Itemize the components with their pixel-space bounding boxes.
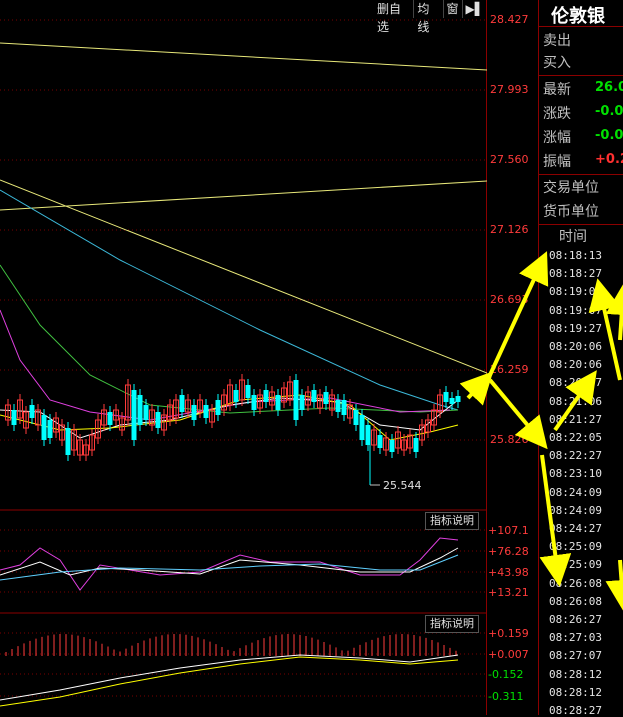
arrow-icon	[539, 454, 572, 587]
arrow-icon	[459, 371, 494, 406]
arrow-icon	[553, 370, 597, 432]
arrow-icon	[488, 378, 548, 450]
arrow-icon	[488, 251, 549, 376]
annotation-arrows	[459, 251, 623, 612]
arrow-icon	[588, 278, 622, 381]
